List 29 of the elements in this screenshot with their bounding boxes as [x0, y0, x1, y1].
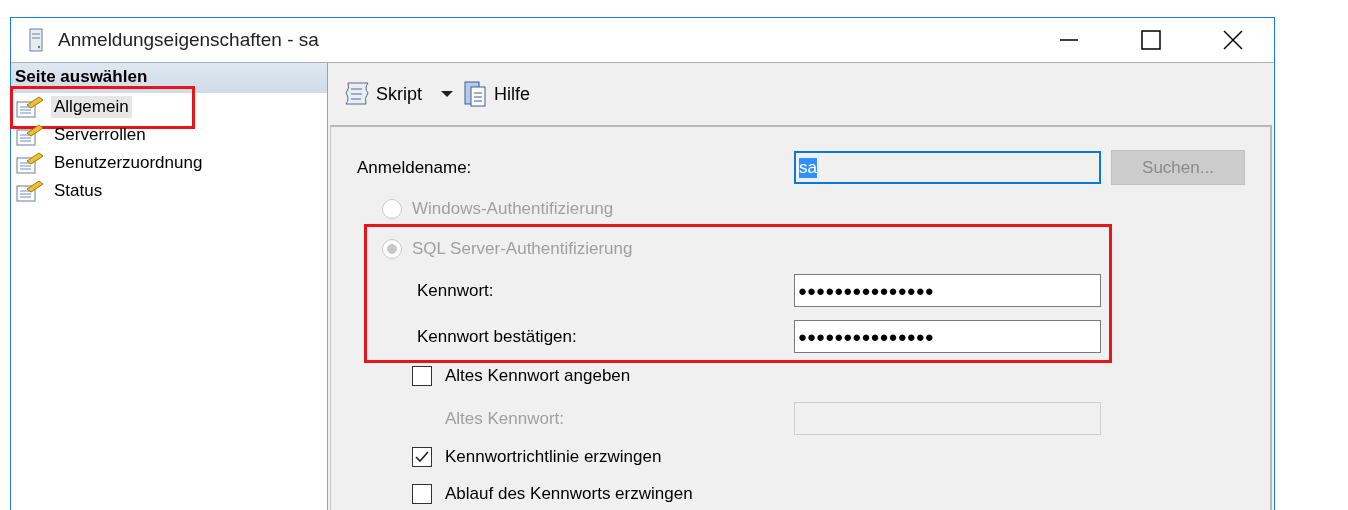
sidebar-item[interactable]: Allgemein [51, 96, 132, 118]
help-button[interactable]: Hilfe [460, 78, 533, 110]
field-label: Kennwort: [417, 280, 495, 301]
password-field[interactable]: ●●●●●●●●●●●●●●● [794, 274, 1101, 307]
properties-icon [15, 151, 45, 175]
script-button[interactable]: Skript [340, 78, 424, 110]
field-label: Altes Kennwort: [445, 408, 566, 429]
field-label: Kennwort bestätigen: [417, 326, 578, 347]
sidebar-item[interactable]: Benutzerzuordnung [51, 152, 206, 174]
sidebar-item[interactable]: Serverrollen [51, 124, 149, 146]
minimize-icon [1059, 39, 1079, 41]
window-title: Anmeldungseigenschaften - sa [58, 29, 319, 51]
sidebar-item[interactable]: Status [51, 180, 106, 202]
checkbox[interactable]: Ablauf des Kennworts erzwingen [412, 484, 693, 504]
server-icon [28, 28, 44, 52]
caret-icon[interactable] [440, 90, 454, 98]
properties-icon [15, 95, 45, 119]
scroll-icon [342, 80, 372, 108]
sidebar-header: Seite auswählen [11, 63, 327, 93]
close-icon [1223, 30, 1243, 50]
checkbox[interactable]: Altes Kennwort angeben [412, 366, 631, 386]
check-icon [415, 451, 429, 463]
password-field[interactable]: ●●●●●●●●●●●●●●● [794, 320, 1101, 353]
checkbox[interactable]: Kennwortrichtlinie erzwingen [412, 447, 662, 467]
properties-icon [15, 123, 45, 147]
maximize-icon [1141, 30, 1161, 50]
password-field[interactable] [794, 402, 1101, 435]
properties-icon [15, 179, 45, 203]
field-label: Anmeldename: [357, 157, 473, 178]
